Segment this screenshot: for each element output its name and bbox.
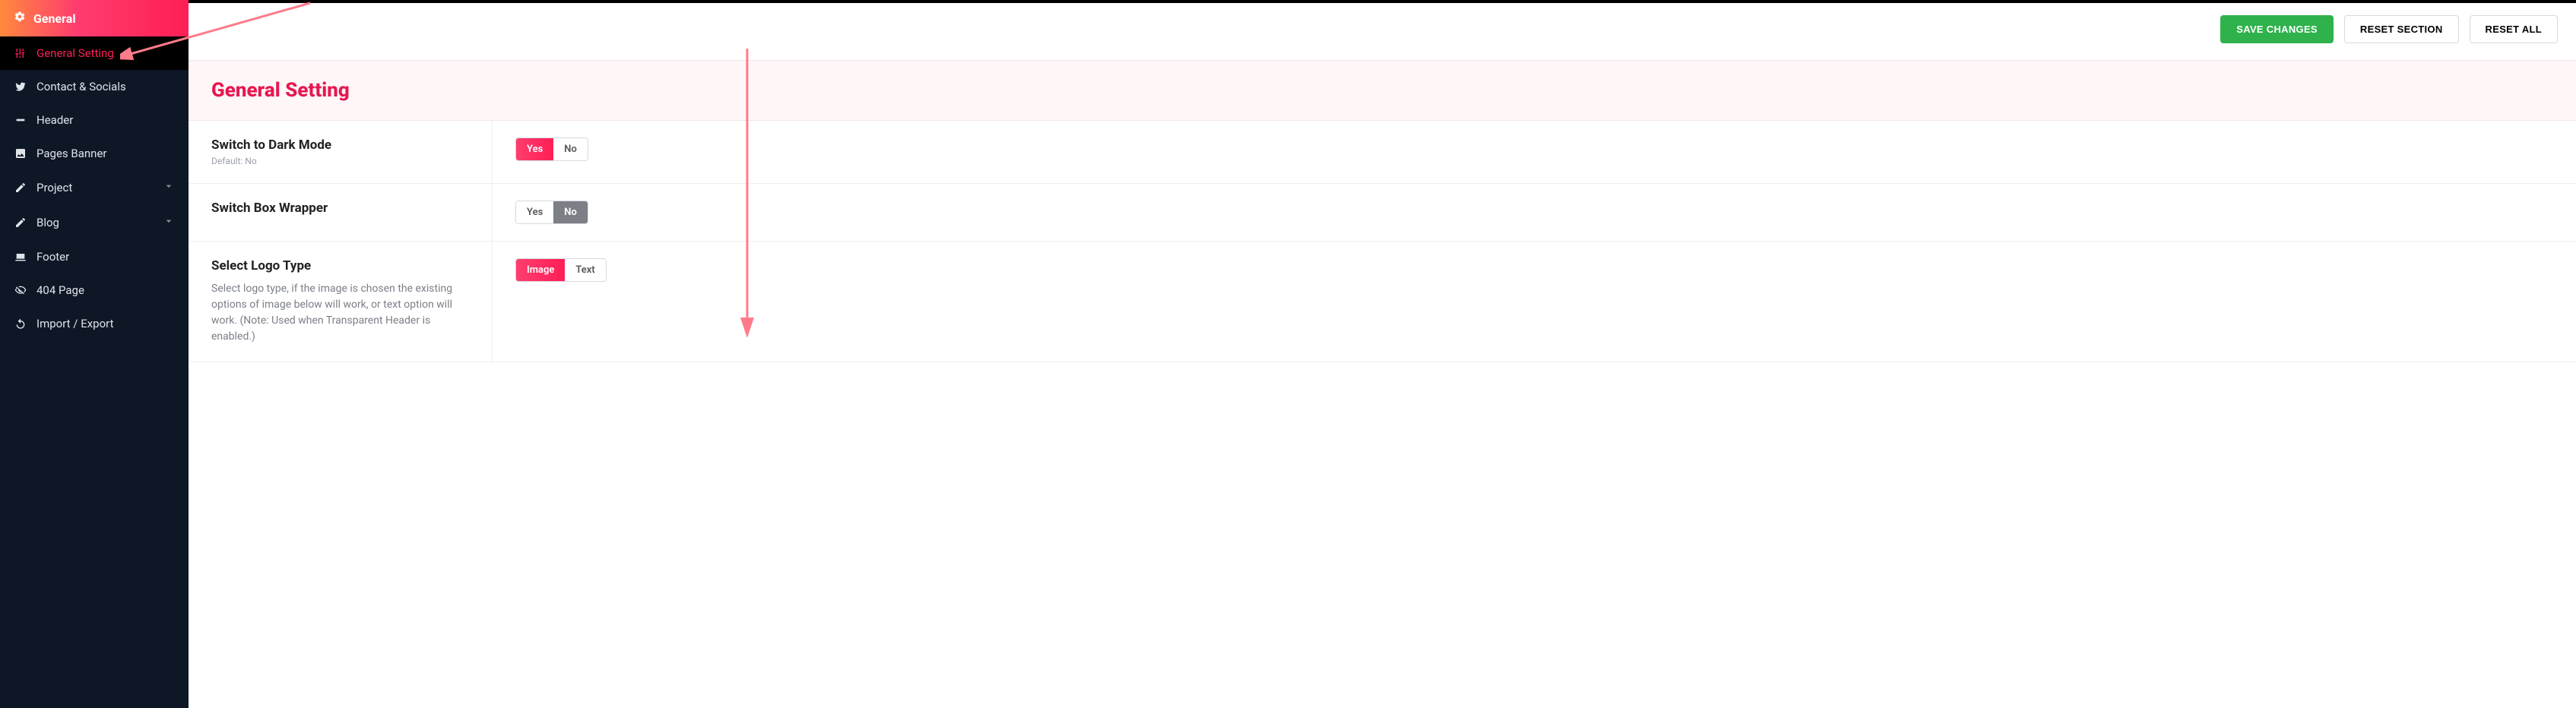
sidebar-item-label: Header <box>36 113 73 127</box>
setting-logo-type: Select Logo Type Select logo type, if th… <box>189 242 2576 362</box>
setting-control: Yes No <box>493 184 611 241</box>
section-title: General Setting <box>211 79 2553 102</box>
sidebar-item-label: Contact & Socials <box>36 80 126 93</box>
sidebar-item-label: Pages Banner <box>36 147 107 160</box>
sidebar-item-label: General Setting <box>36 46 114 60</box>
sliders-icon <box>14 47 27 59</box>
sidebar: General General Setting Contact & Social… <box>0 0 189 708</box>
box-wrapper-toggle[interactable]: Yes No <box>515 201 588 224</box>
setting-control: Yes No <box>493 121 611 183</box>
toggle-option-yes[interactable]: Yes <box>516 138 553 160</box>
refresh-icon <box>14 318 27 330</box>
setting-title: Switch Box Wrapper <box>211 201 469 216</box>
sidebar-item-import-export[interactable]: Import / Export <box>0 307 189 340</box>
chevron-down-icon <box>163 180 175 195</box>
toggle-option-image[interactable]: Image <box>516 259 565 281</box>
sidebar-item-header[interactable]: Header <box>0 103 189 137</box>
chevron-down-icon <box>163 215 175 230</box>
toggle-option-no[interactable]: No <box>553 201 588 223</box>
eye-off-icon <box>14 284 27 296</box>
laptop-icon <box>14 251 27 263</box>
sidebar-item-pages-banner[interactable]: Pages Banner <box>0 137 189 170</box>
logo-type-toggle[interactable]: Image Text <box>515 258 607 282</box>
sidebar-item-label: Import / Export <box>36 317 114 330</box>
settings-body: Switch to Dark Mode Default: No Yes No S… <box>189 121 2576 708</box>
sidebar-header: General <box>0 0 189 36</box>
main-panel: SAVE CHANGES RESET SECTION RESET ALL Gen… <box>189 0 2576 708</box>
save-changes-button[interactable]: SAVE CHANGES <box>2220 15 2334 43</box>
sidebar-item-project[interactable]: Project <box>0 170 189 205</box>
setting-box-wrapper: Switch Box Wrapper Yes No <box>189 184 2576 242</box>
toggle-option-no[interactable]: No <box>553 138 588 160</box>
gear-icon <box>14 11 26 26</box>
image-icon <box>14 147 27 160</box>
sidebar-header-label: General <box>33 11 76 26</box>
setting-label: Switch Box Wrapper <box>189 184 493 241</box>
sidebar-item-label: Project <box>36 181 72 194</box>
setting-title: Switch to Dark Mode <box>211 137 469 153</box>
sidebar-item-general-setting[interactable]: General Setting <box>0 36 189 70</box>
setting-description: Select logo type, if the image is chosen… <box>211 281 469 345</box>
setting-label: Switch to Dark Mode Default: No <box>189 121 493 183</box>
reset-section-button[interactable]: RESET SECTION <box>2344 15 2459 43</box>
sidebar-item-blog[interactable]: Blog <box>0 205 189 240</box>
setting-label: Select Logo Type Select logo type, if th… <box>189 242 493 362</box>
twitter-icon <box>14 81 27 93</box>
minus-icon <box>14 114 27 126</box>
edit-icon <box>14 217 27 229</box>
setting-dark-mode: Switch to Dark Mode Default: No Yes No <box>189 121 2576 184</box>
sidebar-item-contact-socials[interactable]: Contact & Socials <box>0 70 189 103</box>
toggle-option-yes[interactable]: Yes <box>516 201 553 223</box>
section-title-bar: General Setting <box>189 60 2576 121</box>
edit-icon <box>14 182 27 194</box>
setting-control: Image Text <box>493 242 629 362</box>
sidebar-item-label: 404 Page <box>36 283 84 297</box>
toggle-option-text[interactable]: Text <box>565 259 605 281</box>
sidebar-item-label: Footer <box>36 250 69 264</box>
topbar: SAVE CHANGES RESET SECTION RESET ALL <box>189 3 2576 60</box>
dark-mode-toggle[interactable]: Yes No <box>515 137 588 161</box>
sidebar-item-footer[interactable]: Footer <box>0 240 189 273</box>
setting-title: Select Logo Type <box>211 258 469 273</box>
reset-all-button[interactable]: RESET ALL <box>2470 15 2558 43</box>
sidebar-item-404-page[interactable]: 404 Page <box>0 273 189 307</box>
setting-hint: Default: No <box>211 156 469 166</box>
sidebar-item-label: Blog <box>36 216 59 229</box>
